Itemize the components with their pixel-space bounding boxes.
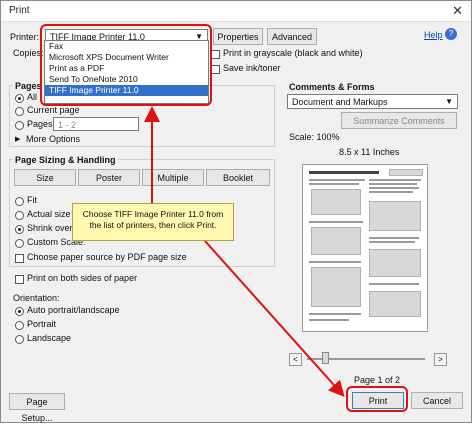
instruction-callout: Choose TIFF Image Printer 11.0 from the … [72, 203, 234, 241]
arrow-to-print [204, 240, 345, 397]
